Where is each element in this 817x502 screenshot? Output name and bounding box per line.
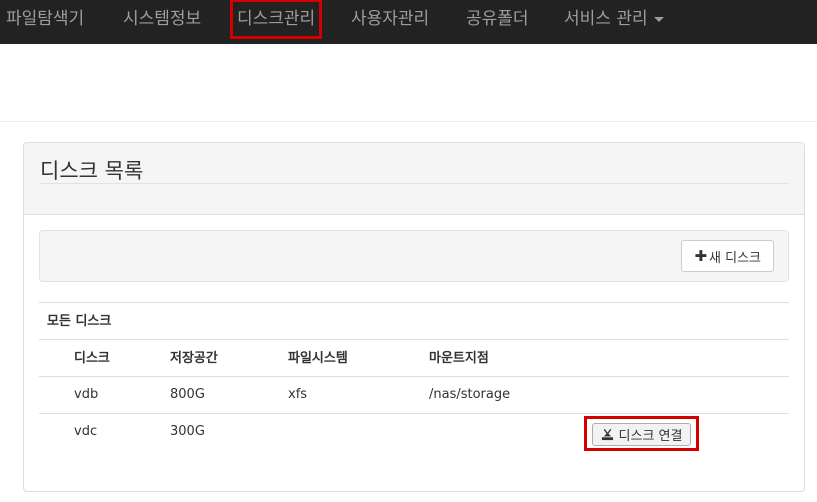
table-row: vdc 300G 디스크 연결 xyxy=(39,413,789,451)
cell-disk: vdb xyxy=(74,387,99,402)
top-navbar: 파일탐색기 시스템정보 디스크관리 사용자관리 공유폴더 서비스 관리 xyxy=(0,0,817,44)
panel-title: 디스크 목록 xyxy=(40,159,144,183)
header-mount-point: 마운트지점 xyxy=(429,351,489,366)
cell-filesystem: xfs xyxy=(288,387,308,402)
table-header-row: 디스크 저장공간 파일시스템 마운트지점 xyxy=(39,339,789,376)
caret-down-icon xyxy=(653,16,664,22)
header-filesystem: 파일시스템 xyxy=(288,351,348,366)
connect-disk-label: 디스크 연결 xyxy=(618,429,683,444)
cell-disk: vdc xyxy=(74,424,98,439)
cell-size: 800G xyxy=(170,387,205,402)
cell-size: 300G xyxy=(170,424,205,439)
nav-disk-management[interactable]: 디스크관리 xyxy=(229,0,323,39)
header-size: 저장공간 xyxy=(170,351,218,366)
connect-disk-highlight: 디스크 연결 xyxy=(584,416,699,451)
table-row: vdb 800G xfs /nas/storage xyxy=(39,376,789,413)
nav-service-management[interactable]: 서비스 관리 xyxy=(564,0,664,44)
disk-table: 모든 디스크 디스크 저장공간 파일시스템 마운트지점 vdb 800G xfs… xyxy=(39,302,789,451)
connect-disk-button[interactable]: 디스크 연결 xyxy=(592,423,691,446)
nav-shared-folder[interactable]: 공유폴더 xyxy=(466,0,529,44)
nav-file-explorer[interactable]: 파일탐색기 xyxy=(6,0,84,44)
nav-user-management[interactable]: 사용자관리 xyxy=(351,0,429,44)
header-disk: 디스크 xyxy=(74,351,110,366)
new-disk-label: 새 디스크 xyxy=(709,250,761,266)
header-divider xyxy=(0,121,817,122)
disk-list-panel: 디스크 목록 ✚ 새 디스크 모든 디스크 디스크 저장공간 파일시스템 마운트… xyxy=(23,142,805,492)
cell-mount-point: /nas/storage xyxy=(429,387,511,402)
plus-icon: ✚ xyxy=(694,246,708,265)
title-divider xyxy=(40,183,789,184)
nav-service-management-label: 서비스 관리 xyxy=(564,9,648,29)
nav-system-info[interactable]: 시스템정보 xyxy=(123,0,201,44)
new-disk-button[interactable]: ✚ 새 디스크 xyxy=(681,240,774,272)
table-caption: 모든 디스크 xyxy=(39,302,789,339)
toolbar-well: ✚ 새 디스크 xyxy=(39,230,789,282)
panel-heading: 디스크 목록 xyxy=(24,143,804,215)
mount-icon xyxy=(601,428,613,441)
